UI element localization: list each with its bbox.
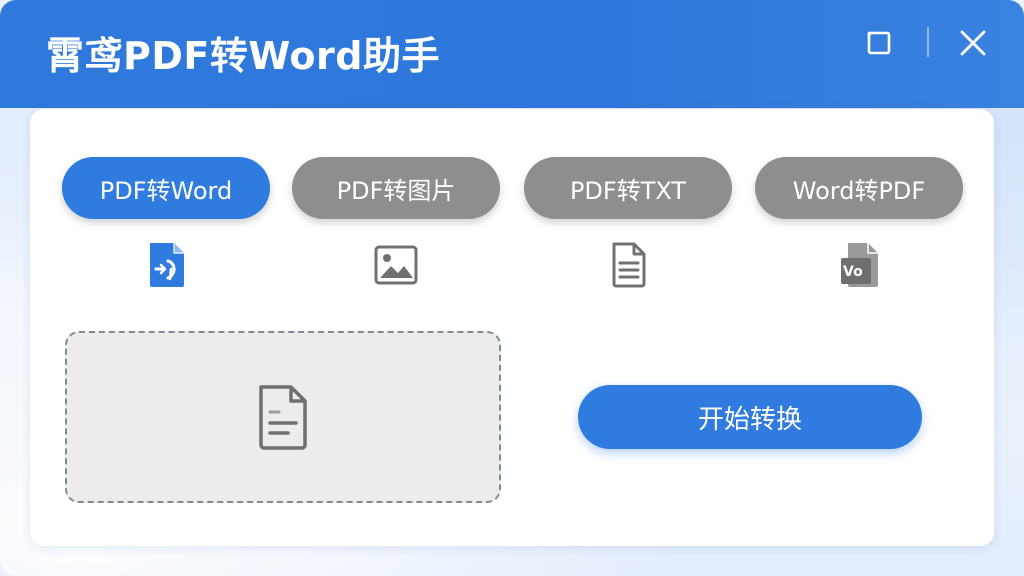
tab-label: PDF转Word	[99, 176, 233, 205]
text-document-icon	[605, 240, 653, 290]
tab-pdf-to-word[interactable]: PDF转Word	[62, 157, 270, 219]
close-button[interactable]	[956, 26, 990, 60]
tab-pdf-to-image[interactable]: PDF转图片	[292, 157, 500, 219]
app-title: 霄鸢PDF转Word助手	[46, 34, 440, 78]
pdf-to-word-icon	[143, 240, 191, 290]
word-document-icon: Vo	[836, 240, 884, 290]
file-icon	[259, 385, 307, 450]
start-conversion-button[interactable]: 开始转换	[578, 385, 922, 449]
tab-word-to-pdf[interactable]: Word转PDF	[755, 157, 963, 219]
close-icon	[960, 30, 986, 56]
start-conversion-label: 开始转换	[697, 404, 802, 435]
image-icon	[372, 240, 420, 290]
file-drop-zone[interactable]	[65, 331, 501, 503]
app-window: 霄鸢PDF转Word助手 PDF转Word PDF转图片 PDF转TXT Wor…	[0, 0, 1024, 576]
tab-label: PDF转TXT	[569, 176, 687, 205]
tab-pdf-to-txt[interactable]: PDF转TXT	[524, 157, 732, 219]
title-bar[interactable]: 霄鸢PDF转Word助手	[0, 0, 1024, 108]
main-panel: PDF转Word PDF转图片 PDF转TXT Word转PDF Vo 开始转换	[30, 109, 994, 546]
maximize-icon	[867, 31, 891, 55]
maximize-button[interactable]	[862, 26, 896, 60]
titlebar-separator	[927, 27, 929, 57]
word-icon-text: Vo	[843, 264, 863, 280]
tab-label: PDF转图片	[336, 176, 456, 205]
tab-label: Word转PDF	[792, 176, 926, 205]
